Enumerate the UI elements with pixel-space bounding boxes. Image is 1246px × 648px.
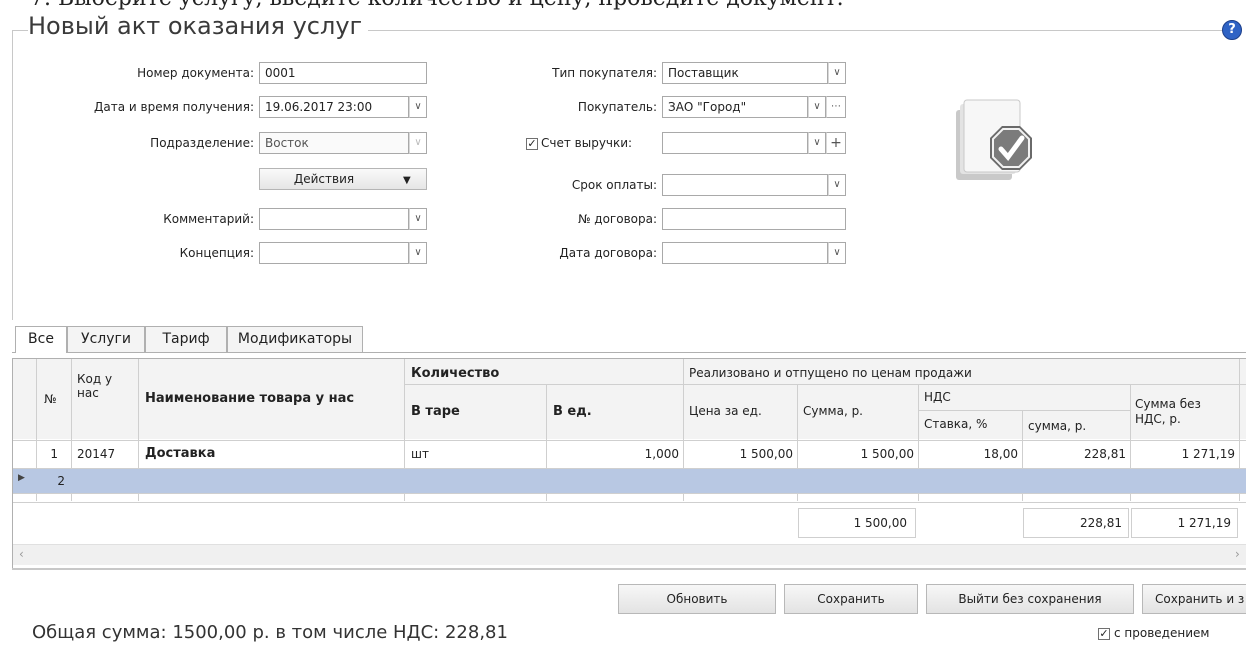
- revenue-account-dropdown[interactable]: ∨: [808, 132, 826, 154]
- header-divider: [404, 384, 1246, 385]
- table-row[interactable]: 1 20147 Доставка шт 1,000 1 500,00 1 500…: [13, 441, 1246, 468]
- tabs-baseline: [12, 352, 1246, 353]
- col-header-name: Наименование товара у нас: [145, 391, 355, 406]
- tab-tariff[interactable]: Тариф: [145, 326, 227, 352]
- department-label: Подразделение:: [150, 136, 254, 150]
- buyer-more-icon[interactable]: ⋯: [826, 96, 846, 118]
- actions-button-label: Действия: [293, 172, 355, 186]
- row-code: 20147: [77, 447, 116, 461]
- help-icon[interactable]: ?: [1222, 20, 1242, 40]
- table-bottom-border: [12, 568, 1246, 570]
- receive-datetime-label: Дата и время получения:: [94, 100, 254, 114]
- col-header-code: Код у нас: [77, 372, 113, 400]
- col-header-quantity: Количество: [411, 366, 500, 381]
- buyer-label: Покупатель:: [577, 100, 657, 114]
- payment-due-label: Срок оплаты:: [571, 178, 657, 192]
- department-dropdown[interactable]: ∨: [409, 132, 427, 154]
- row-in-units: 1,000: [644, 447, 679, 461]
- doc-number-input[interactable]: 0001: [259, 62, 427, 84]
- revenue-account-input[interactable]: [662, 132, 808, 154]
- col-header-in-pack: В таре: [411, 404, 460, 419]
- row-sum: 1 500,00: [860, 447, 914, 461]
- row-price: 1 500,00: [739, 447, 793, 461]
- col-header-price: Цена за ед.: [689, 404, 762, 418]
- revenue-account-label: Счет выручки:: [541, 136, 633, 150]
- buyer-type-label: Тип покупателя:: [552, 66, 657, 80]
- row-num: 1: [50, 447, 58, 461]
- exit-without-saving-button[interactable]: Выйти без сохранения: [926, 584, 1134, 614]
- tab-all[interactable]: Все: [15, 326, 67, 353]
- buyer-input[interactable]: ЗАО "Город": [662, 96, 808, 118]
- row-num: 2: [57, 474, 65, 488]
- row-name: Доставка: [145, 446, 216, 461]
- total-summary-text: Общая сумма: 1500,00 р. в том числе НДС:…: [32, 622, 508, 643]
- table-row-selected[interactable]: ▶ 2: [13, 469, 1246, 493]
- header-divider: [918, 410, 1130, 411]
- col-header-vat: НДС: [924, 390, 951, 404]
- refresh-button[interactable]: Обновить: [618, 584, 776, 614]
- concept-input[interactable]: [259, 242, 409, 264]
- buyer-type-input[interactable]: Поставщик: [662, 62, 828, 84]
- col-header-num: №: [44, 392, 57, 406]
- contract-date-label: Дата договора:: [559, 246, 657, 260]
- with-posting-label: с проведением: [1114, 626, 1210, 640]
- frame-left-border: [12, 30, 13, 320]
- col-header-sum: Сумма, р.: [803, 404, 863, 418]
- actions-arrow-icon: ▼: [402, 175, 411, 186]
- contract-date-input[interactable]: [662, 242, 828, 264]
- total-vat-sum: 228,81: [1023, 508, 1129, 538]
- contract-number-input[interactable]: [662, 208, 846, 230]
- comment-input[interactable]: [259, 208, 409, 230]
- tab-services[interactable]: Услуги: [67, 326, 145, 352]
- receive-datetime-input[interactable]: 19.06.2017 23:00: [259, 96, 409, 118]
- payment-due-dropdown[interactable]: ∨: [828, 174, 846, 196]
- row-in-pack: шт: [411, 447, 429, 461]
- row-vat-rate: 18,00: [983, 447, 1018, 461]
- window-title: Новый акт оказания услуг: [28, 12, 369, 40]
- save-button[interactable]: Сохранить: [784, 584, 918, 614]
- add-icon[interactable]: +: [826, 132, 846, 154]
- department-input[interactable]: Восток: [259, 132, 409, 154]
- col-header-vat-rate: Ставка, %: [924, 417, 988, 431]
- actions-button[interactable]: Действия ▼: [259, 168, 427, 190]
- row-divider: [13, 493, 1246, 494]
- scroll-right-icon[interactable]: ›: [1235, 547, 1240, 561]
- total-sum: 1 500,00: [798, 508, 916, 538]
- col-header-vat-sum: сумма, р.: [1028, 419, 1087, 433]
- col-header-sum-no-vat: Сумма без НДС, р.: [1135, 397, 1201, 426]
- horizontal-scrollbar[interactable]: ‹ ›: [13, 544, 1246, 565]
- contract-date-dropdown[interactable]: ∨: [828, 242, 846, 264]
- row-sum-no-vat: 1 271,19: [1181, 447, 1235, 461]
- revenue-account-checkbox[interactable]: ✓: [526, 138, 538, 150]
- concept-label: Концепция:: [179, 246, 254, 260]
- instruction-text: 7. Выберите услугу, введите количество и…: [30, 0, 844, 11]
- save-and-close-button[interactable]: Сохранить и з: [1142, 584, 1246, 614]
- row-vat-sum: 228,81: [1084, 447, 1126, 461]
- doc-number-label: Номер документа:: [137, 66, 254, 80]
- receive-datetime-dropdown[interactable]: ∨: [409, 96, 427, 118]
- with-posting-checkbox[interactable]: ✓: [1098, 628, 1110, 640]
- tab-modifiers[interactable]: Модификаторы: [227, 326, 363, 352]
- contract-number-label: № договора:: [577, 212, 657, 226]
- col-header-in-units: В ед.: [553, 404, 592, 419]
- buyer-dropdown[interactable]: ∨: [808, 96, 826, 118]
- totals-divider: [13, 502, 1246, 503]
- total-sum-no-vat: 1 271,19: [1131, 508, 1238, 538]
- payment-due-input[interactable]: [662, 174, 828, 196]
- comment-dropdown[interactable]: ∨: [409, 208, 427, 230]
- document-status-icon: [956, 99, 1032, 180]
- concept-dropdown[interactable]: ∨: [409, 242, 427, 264]
- scroll-left-icon[interactable]: ‹: [19, 547, 24, 561]
- buyer-type-dropdown[interactable]: ∨: [828, 62, 846, 84]
- comment-label: Комментарий:: [163, 212, 254, 226]
- col-header-sold-group: Реализовано и отпущено по ценам продажи: [689, 366, 972, 380]
